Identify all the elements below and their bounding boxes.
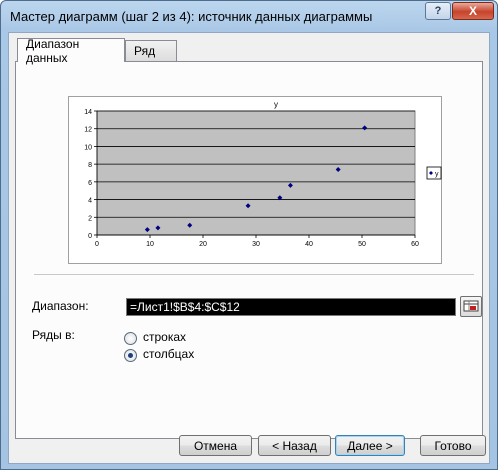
separator (34, 274, 474, 275)
finish-button[interactable]: Готово (420, 435, 486, 456)
y-tick-label: 6 (88, 180, 92, 187)
y-tick-label: 8 (88, 162, 92, 169)
x-tick-label: 40 (305, 241, 313, 248)
tab-data-range-label: Диапазон данных (26, 36, 80, 65)
close-button[interactable]: X (452, 2, 494, 20)
y-tick-label: 14 (84, 109, 92, 116)
dialog-client-area: Диапазон данных Ряд y 0 2 4 6 8 10 12 14 0 10 20 30 4… (8, 32, 490, 464)
x-tick-label: 60 (411, 241, 419, 248)
y-tick-label: 4 (88, 198, 92, 205)
y-tick-label: 10 (84, 144, 92, 151)
back-button[interactable]: < Назад (258, 435, 331, 456)
chart-wizard-window: Мастер диаграмм (шаг 2 из 4): источник д… (0, 0, 498, 470)
tab-series-label: Ряд (134, 44, 156, 58)
chart-preview: y 0 2 4 6 8 10 12 14 0 10 20 30 40 50 60 y (68, 96, 442, 264)
radio-rows[interactable] (124, 332, 137, 345)
scatter-chart: y 0 2 4 6 8 10 12 14 0 10 20 30 40 50 60 y (84, 100, 442, 248)
radio-rows-label[interactable]: строках (143, 330, 186, 344)
x-tick-label: 20 (199, 241, 207, 248)
cancel-button[interactable]: Отмена (179, 435, 252, 456)
help-button[interactable]: ? (425, 2, 451, 20)
y-tick-label: 2 (88, 215, 92, 222)
x-tick-label: 0 (95, 241, 99, 248)
y-tick-label: 0 (88, 233, 92, 240)
y-tick-label: 12 (84, 127, 92, 134)
chart-title: y (274, 100, 278, 109)
next-button[interactable]: Далее > (335, 435, 405, 456)
radio-columns-label[interactable]: столбцах (143, 347, 194, 361)
x-tick-label: 10 (146, 241, 154, 248)
legend-entry: y (435, 171, 439, 178)
tab-panel: y 0 2 4 6 8 10 12 14 0 10 20 30 40 50 60 y Диапазон: =Ли… (15, 61, 483, 439)
window-title: Мастер диаграмм (шаг 2 из 4): источник д… (10, 9, 373, 24)
tab-series[interactable]: Ряд (125, 40, 177, 61)
series-in-label: Ряды в: (32, 328, 75, 342)
title-bar[interactable]: Мастер диаграмм (шаг 2 из 4): источник д… (1, 1, 497, 31)
x-tick-label: 30 (252, 241, 260, 248)
range-picker-icon (463, 300, 479, 312)
plot-area (96, 110, 416, 236)
radio-columns[interactable] (124, 349, 137, 362)
range-label: Диапазон: (32, 299, 89, 313)
x-tick-label: 50 (358, 241, 366, 248)
range-input[interactable]: =Лист1!$B$4:$C$12 (126, 298, 456, 316)
collapse-dialog-button[interactable] (460, 296, 482, 317)
tab-data-range[interactable]: Диапазон данных (17, 36, 125, 65)
